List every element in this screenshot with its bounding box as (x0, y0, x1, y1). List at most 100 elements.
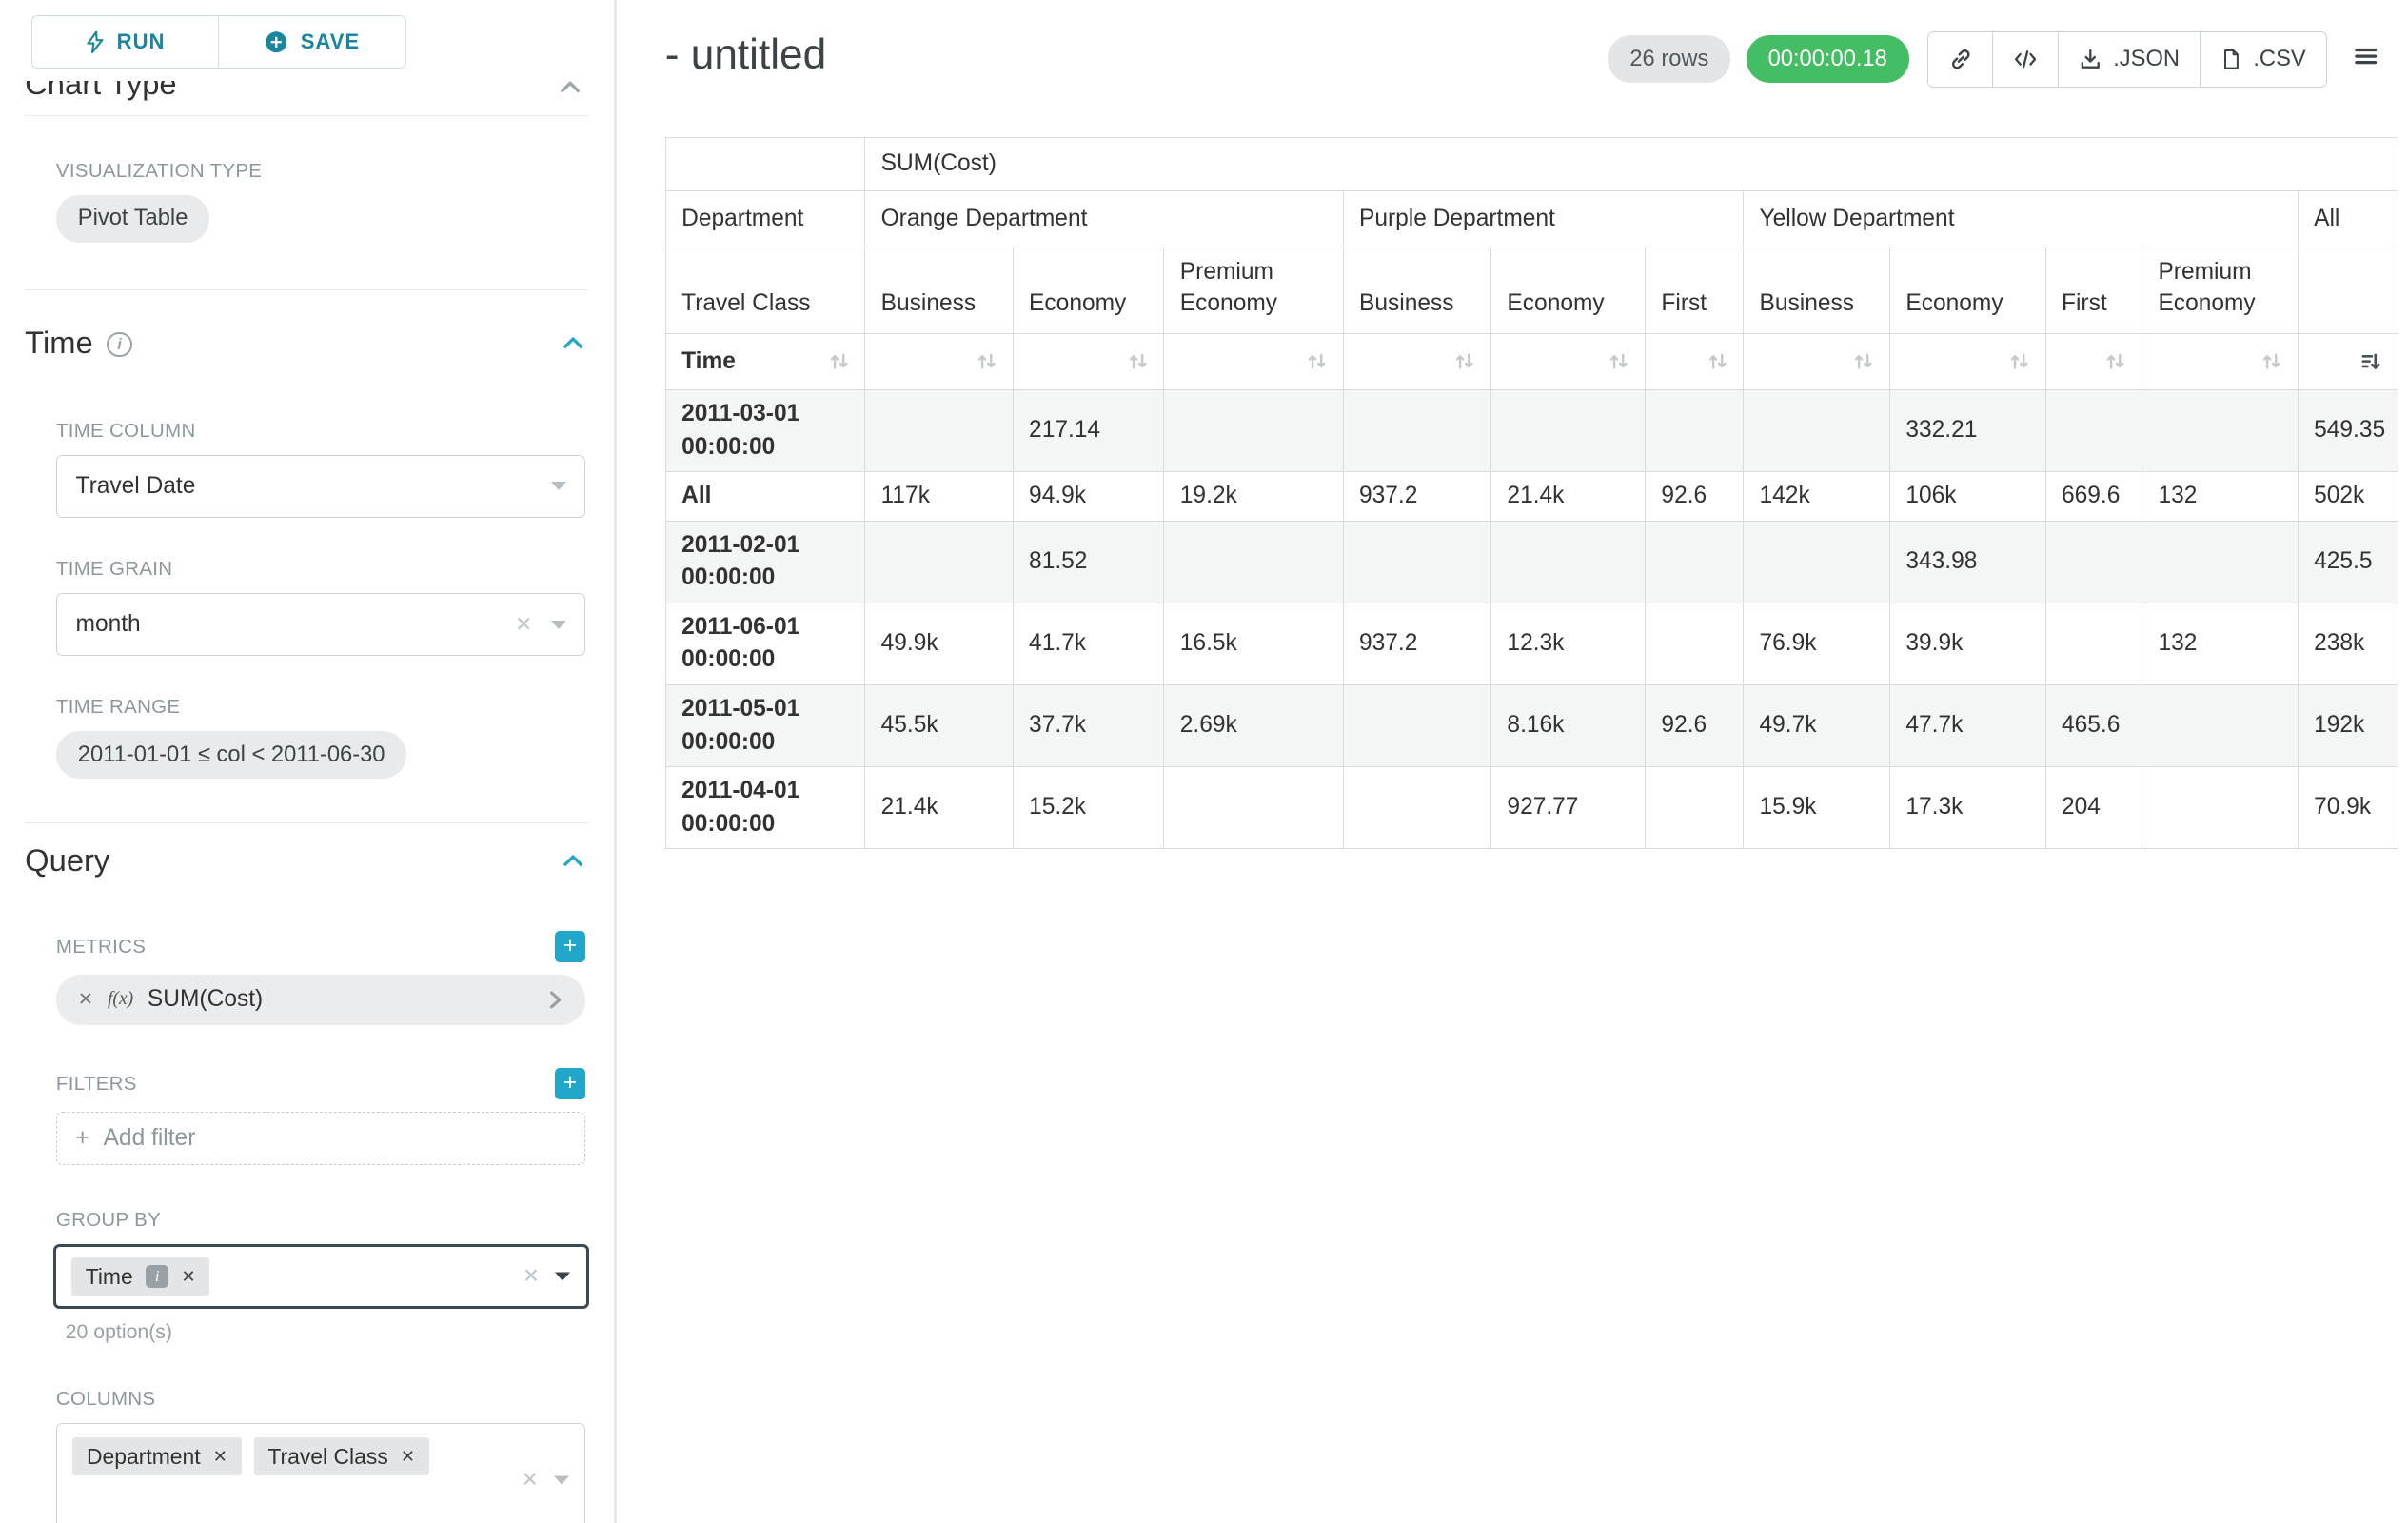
menu-button[interactable] (2349, 38, 2383, 81)
pivot-value-cell: 92.6 (1646, 472, 1744, 522)
group-by-pill[interactable]: Timei✕ (71, 1257, 209, 1296)
sort-icon[interactable] (977, 351, 997, 371)
columns-select[interactable]: Department✕ Travel Class✕ ✕ (56, 1423, 585, 1523)
explore-control-panel: RUN SAVE Chart Type VISUALIZATION TYPE P… (0, 0, 617, 1523)
pivot-row: All117k94.9k19.2k937.221.4k92.6142k106k6… (665, 472, 2398, 522)
chevron-up-icon[interactable] (561, 848, 585, 873)
query-timer-badge: 00:00:00.18 (1747, 35, 1909, 83)
chart-title[interactable]: - untitled (665, 31, 826, 79)
pivot-value-cell: 19.2k (1164, 472, 1343, 522)
pivot-value-cell: 142k (1744, 472, 1890, 522)
pivot-sort-cell[interactable] (1646, 334, 1744, 390)
pivot-value-cell: 937.2 (1343, 603, 1490, 684)
copy-link-button[interactable] (1927, 31, 1993, 88)
pivot-value-cell (1343, 521, 1490, 603)
run-button[interactable]: RUN (31, 15, 220, 69)
remove-pill-icon[interactable]: ✕ (181, 1267, 195, 1287)
chevron-up-icon[interactable] (561, 330, 585, 355)
viz-type-pill[interactable]: Pivot Table (56, 195, 209, 243)
run-save-button-group: RUN SAVE (31, 15, 589, 69)
sort-icon[interactable] (1307, 351, 1327, 371)
chevron-down-icon[interactable] (555, 1273, 570, 1281)
export-button-group: .JSON .CSV (1927, 31, 2327, 88)
export-json-label: .JSON (2113, 47, 2180, 72)
time-range-pill[interactable]: 2011-01-01 ≤ col < 2011-06-30 (56, 731, 407, 779)
filters-label: FILTERS (56, 1073, 137, 1096)
pivot-value-cell: 17.3k (1889, 767, 2045, 849)
save-button[interactable]: SAVE (218, 15, 406, 69)
add-filter-button[interactable]: + Add filter (56, 1112, 585, 1165)
group-by-select[interactable]: Timei✕ ✕ (53, 1244, 589, 1310)
clear-icon[interactable]: ✕ (523, 1265, 540, 1289)
pivot-sort-cell[interactable] (1889, 334, 2045, 390)
pivot-sort-cell[interactable] (1744, 334, 1890, 390)
time-grain-value: month (76, 611, 141, 638)
columns-pill[interactable]: Department✕ (72, 1437, 241, 1475)
remove-metric-icon[interactable]: ✕ (78, 988, 93, 1011)
sort-icon[interactable] (2261, 351, 2281, 371)
function-icon: f(x) (108, 989, 133, 1010)
remove-pill-icon[interactable]: ✕ (401, 1447, 415, 1467)
pivot-class-header: Economy (1013, 247, 1164, 334)
bolt-icon (86, 30, 105, 54)
pivot-value-cell: 217.14 (1013, 390, 1164, 472)
code-icon (2013, 48, 2038, 71)
pivot-value-cell: 76.9k (1744, 603, 1890, 684)
group-by-label: GROUP BY (56, 1209, 589, 1232)
clear-icon[interactable]: ✕ (515, 613, 550, 637)
chevron-right-icon[interactable] (545, 989, 564, 1011)
pivot-value-cell (865, 521, 1013, 603)
sort-descending-icon[interactable] (2359, 351, 2381, 371)
export-json-button[interactable]: .JSON (2058, 31, 2201, 88)
pivot-sort-cell[interactable] (1491, 334, 1646, 390)
columns-label: COLUMNS (56, 1388, 589, 1411)
clear-icon[interactable]: ✕ (522, 1469, 539, 1493)
pivot-row: 2011-02-01 00:00:0081.52343.98425.5 (665, 521, 2398, 603)
pivot-sort-cell[interactable] (2298, 334, 2398, 390)
embed-code-button[interactable] (1992, 31, 2060, 88)
chevron-down-icon[interactable] (554, 1476, 569, 1485)
pivot-value-cell: 132 (2142, 603, 2299, 684)
pivot-class-header: Economy (1491, 247, 1646, 334)
chart-type-section-header[interactable]: Chart Type (25, 81, 589, 112)
sort-icon[interactable] (1128, 351, 1148, 371)
pivot-sort-cell[interactable] (865, 334, 1013, 390)
info-badge[interactable]: i (146, 1265, 169, 1289)
pivot-class-header: Premium Economy (2142, 247, 2299, 334)
remove-pill-icon[interactable]: ✕ (213, 1447, 227, 1467)
pivot-value-cell: 16.5k (1164, 603, 1343, 684)
pivot-sort-cell[interactable] (1013, 334, 1164, 390)
info-icon[interactable]: i (107, 332, 131, 357)
pivot-value-cell (1646, 521, 1744, 603)
pivot-sort-cell[interactable] (1164, 334, 1343, 390)
query-section-header[interactable]: Query (25, 842, 585, 879)
export-csv-button[interactable]: .CSV (2200, 31, 2327, 88)
section-divider (25, 822, 589, 823)
sort-icon[interactable] (1853, 351, 1873, 371)
sort-icon[interactable] (1707, 351, 1727, 371)
sort-icon[interactable] (1609, 351, 1628, 371)
time-grain-label: TIME GRAIN (56, 558, 589, 581)
sort-icon[interactable] (2009, 351, 2029, 371)
sort-icon[interactable] (1454, 351, 1474, 371)
pivot-sort-cell[interactable] (2142, 334, 2299, 390)
pivot-time-label[interactable]: Time (665, 334, 864, 390)
sort-icon[interactable] (2105, 351, 2125, 371)
filters-label-row: FILTERS + (56, 1068, 585, 1099)
pivot-class-header: Economy (1889, 247, 2045, 334)
pivot-class-header: First (2045, 247, 2142, 334)
time-column-select[interactable]: Travel Date (56, 455, 585, 517)
sort-icon[interactable] (829, 351, 849, 371)
add-metric-button[interactable]: + (555, 931, 586, 962)
add-filter-plus-button[interactable]: + (555, 1068, 586, 1099)
metric-item[interactable]: ✕ f(x) SUM(Cost) (56, 975, 585, 1024)
time-grain-select[interactable]: month ✕ (56, 593, 585, 655)
time-section-header[interactable]: Time i (25, 325, 585, 361)
pivot-value-cell (2045, 390, 2142, 472)
pivot-row-header: 2011-06-01 00:00:00 (665, 603, 864, 684)
columns-pill[interactable]: Travel Class✕ (254, 1437, 429, 1475)
pivot-sort-cell[interactable] (2045, 334, 2142, 390)
pivot-group-header: Orange Department (865, 190, 1343, 247)
pivot-sort-cell[interactable] (1343, 334, 1490, 390)
pivot-value-cell: 117k (865, 472, 1013, 522)
